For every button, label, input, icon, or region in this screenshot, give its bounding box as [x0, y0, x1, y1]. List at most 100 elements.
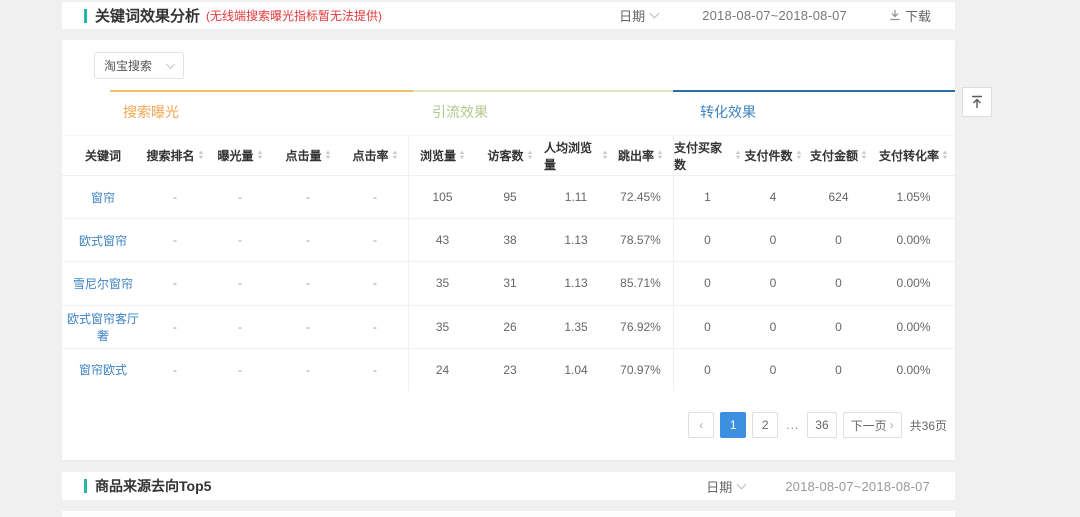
product-source-header: 商品来源去向Top5 日期 2018-08-07~2018-08-07 — [62, 472, 955, 500]
keyword-analysis-header: 关键词效果分析 (无线端搜索曝光指标暂无法提供) 日期 2018-08-07~2… — [62, 2, 955, 29]
column-header[interactable]: 曝光量▲▼ — [206, 136, 274, 176]
column-header[interactable]: 跳出率▲▼ — [608, 136, 674, 176]
page-button[interactable]: 2 — [752, 412, 778, 438]
sort-icon[interactable]: ▲▼ — [459, 151, 465, 161]
table-cell: 78.57% — [608, 219, 674, 261]
arrow-up-to-top-icon — [969, 94, 985, 110]
table-cell: - — [274, 176, 342, 218]
footer-date-filter-dropdown[interactable]: 日期 — [706, 477, 745, 496]
sort-icon[interactable]: ▲▼ — [392, 151, 398, 161]
sort-icon[interactable]: ▲▼ — [198, 151, 204, 161]
table-cell: 0 — [805, 349, 872, 391]
table-cell: - — [274, 306, 342, 348]
prev-page-button[interactable]: ‹ — [688, 412, 714, 438]
footer-date-filter-label: 日期 — [706, 477, 732, 496]
column-header-label: 浏览量 — [420, 147, 456, 164]
column-header-label: 搜索排名 — [147, 147, 195, 164]
exposure-note: (无线端搜索曝光指标暂无法提供) — [206, 7, 382, 24]
table-cell: 1.13 — [544, 262, 608, 304]
table-header-row: 关键词搜索排名▲▼曝光量▲▼点击量▲▼点击率▲▼浏览量▲▼访客数▲▼人均浏览量▲… — [62, 135, 955, 175]
table-cell: 0 — [674, 349, 741, 391]
table-cell: - — [144, 219, 206, 261]
table-cell: 1.04 — [544, 349, 608, 391]
column-header-label: 访客数 — [488, 147, 524, 164]
sort-icon[interactable]: ▲▼ — [257, 151, 263, 161]
sort-icon[interactable]: ▲▼ — [861, 151, 867, 161]
column-header[interactable]: 点击量▲▼ — [274, 136, 342, 176]
column-header-label: 支付件数 — [745, 147, 793, 164]
table-cell: 26 — [476, 306, 544, 348]
column-header[interactable]: 浏览量▲▼ — [409, 136, 476, 176]
table-cell: 105 — [409, 176, 476, 218]
keyword-link[interactable]: 雪尼尔窗帘 — [73, 275, 133, 292]
pagination: ‹12... 36 下一页› 共36页 — [688, 412, 947, 438]
chevron-down-icon — [650, 9, 660, 19]
table-cell: - — [206, 176, 274, 218]
page-title: 关键词效果分析 — [95, 5, 200, 26]
date-filter-dropdown[interactable]: 日期 — [619, 6, 658, 25]
channel-select-value: 淘宝搜索 — [104, 57, 152, 74]
table-cell: - — [342, 306, 409, 348]
sort-icon[interactable]: ▲▼ — [942, 151, 948, 161]
back-to-top-button[interactable] — [962, 87, 992, 117]
table-cell: 31 — [476, 262, 544, 304]
chevron-down-icon — [737, 479, 747, 489]
total-pages-label: 共36页 — [910, 417, 947, 434]
page-ellipsis: ... — [784, 418, 801, 432]
sort-icon[interactable]: ▲▼ — [527, 151, 533, 161]
table-cell: 1.13 — [544, 219, 608, 261]
keyword-link[interactable]: 欧式窗帘 — [79, 232, 127, 249]
next-page-button[interactable]: 下一页› — [843, 412, 902, 438]
table-cell: 85.71% — [608, 262, 674, 304]
table-cell: 0 — [741, 306, 805, 348]
column-header-label: 曝光量 — [218, 147, 254, 164]
column-header[interactable]: 搜索排名▲▼ — [144, 136, 206, 176]
column-group-label-search: 搜索曝光 — [123, 102, 179, 122]
next-section-edge — [62, 511, 955, 517]
page-button[interactable]: 1 — [720, 412, 746, 438]
sort-icon[interactable]: ▲▼ — [735, 151, 741, 161]
column-header[interactable]: 支付金额▲▼ — [805, 136, 872, 176]
footer-title: 商品来源去向Top5 — [95, 476, 211, 496]
table-cell: 0 — [674, 262, 741, 304]
table-cell: 4 — [741, 176, 805, 218]
chevron-down-icon — [166, 60, 175, 69]
page-button[interactable]: 36 — [807, 412, 836, 438]
sort-icon[interactable]: ▲▼ — [325, 151, 331, 161]
column-header[interactable]: 支付件数▲▼ — [741, 136, 805, 176]
keyword-link[interactable]: 窗帘欧式 — [79, 361, 127, 378]
date-range: 2018-08-07~2018-08-07 — [702, 8, 847, 23]
keyword-link[interactable]: 窗帘 — [91, 189, 115, 206]
table-row: 雪尼尔窗帘----35311.1385.71%0000.00% — [62, 261, 955, 304]
table-cell: - — [144, 176, 206, 218]
date-filter-label: 日期 — [619, 6, 645, 25]
column-header[interactable]: 支付转化率▲▼ — [872, 136, 955, 176]
table-cell: 76.92% — [608, 306, 674, 348]
table-cell: 0.00% — [872, 219, 955, 261]
column-header[interactable]: 点击率▲▼ — [342, 136, 409, 176]
table-row: 窗帘----105951.1172.45%146241.05% — [62, 175, 955, 218]
table-cell: 0 — [741, 349, 805, 391]
table-row: 欧式窗帘客厅奢----35261.3576.92%0000.00% — [62, 305, 955, 348]
download-label: 下载 — [905, 6, 931, 25]
column-header[interactable]: 人均浏览量▲▼ — [544, 136, 608, 176]
column-header-label: 支付转化率 — [879, 147, 939, 164]
table-cell: 0.00% — [872, 349, 955, 391]
table-row: 欧式窗帘----43381.1378.57%0000.00% — [62, 218, 955, 261]
sort-icon[interactable]: ▲▼ — [657, 151, 663, 161]
group-line-conversion — [673, 90, 955, 92]
sort-icon[interactable]: ▲▼ — [796, 151, 802, 161]
accent-bar — [84, 9, 87, 23]
column-header[interactable]: 访客数▲▼ — [476, 136, 544, 176]
table-cell: 1.11 — [544, 176, 608, 218]
table-cell: - — [342, 349, 409, 391]
column-header-label: 支付买家数 — [674, 139, 732, 173]
keyword-link[interactable]: 欧式窗帘客厅奢 — [62, 310, 144, 344]
channel-select[interactable]: 淘宝搜索 — [94, 52, 184, 79]
table-cell: 72.45% — [608, 176, 674, 218]
column-header-label: 点击率 — [353, 147, 389, 164]
sort-icon[interactable]: ▲▼ — [602, 151, 608, 161]
table-cell: 624 — [805, 176, 872, 218]
column-header[interactable]: 支付买家数▲▼ — [674, 136, 741, 176]
download-button[interactable]: 下载 — [889, 6, 931, 25]
